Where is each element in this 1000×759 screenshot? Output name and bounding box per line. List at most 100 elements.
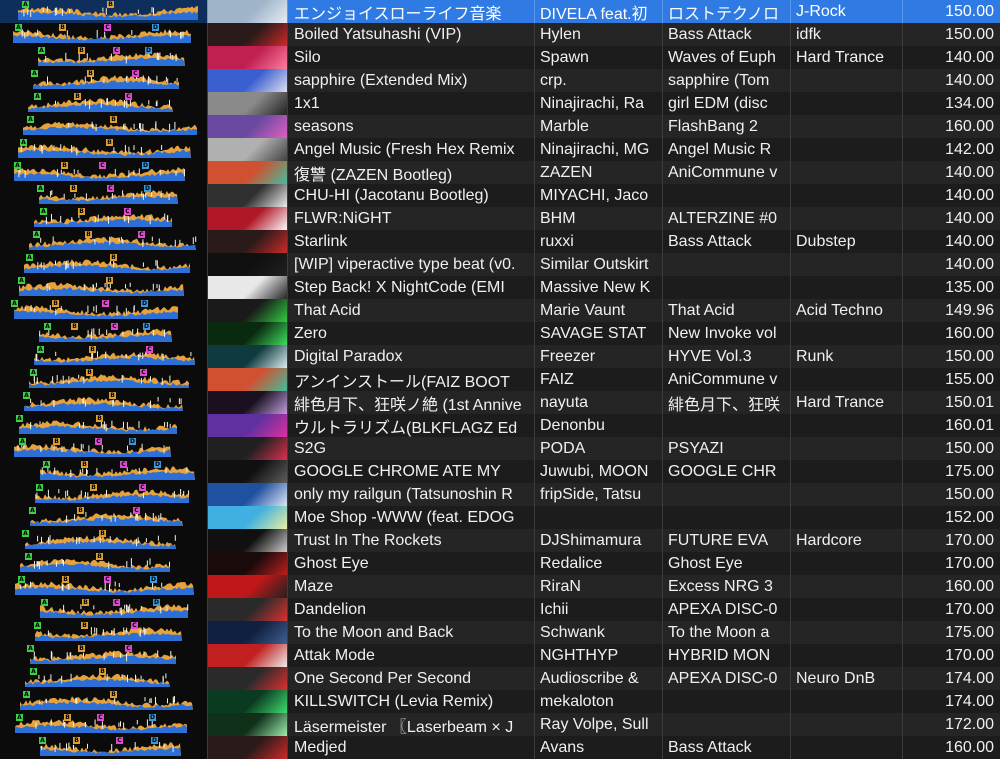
album-artwork[interactable] [208, 253, 288, 276]
cue-marker-a[interactable]: A [30, 668, 37, 675]
track-bpm[interactable]: 174.00 [903, 667, 1000, 690]
track-row[interactable]: A B Ghost Eye Redalice Ghost Eye 170.00 [0, 552, 1000, 575]
cue-marker-c[interactable]: C [107, 185, 114, 192]
track-row[interactable]: A B C Attak Mode NGHTHYP HYBRID MON 170.00 [0, 644, 1000, 667]
track-album[interactable]: Bass Attack [663, 736, 791, 759]
track-genre[interactable] [791, 161, 903, 184]
album-artwork[interactable] [208, 506, 288, 529]
track-title[interactable]: Dandelion [288, 598, 535, 621]
track-artist[interactable]: RiraN [535, 575, 663, 598]
track-bpm[interactable]: 140.00 [903, 184, 1000, 207]
track-bpm[interactable]: 175.00 [903, 621, 1000, 644]
cue-marker-b[interactable]: B [81, 622, 88, 629]
album-artwork[interactable] [208, 46, 288, 69]
album-artwork[interactable] [208, 575, 288, 598]
track-bpm[interactable]: 135.00 [903, 276, 1000, 299]
cue-marker-a[interactable]: A [31, 70, 38, 77]
cue-marker-c[interactable]: C [113, 599, 120, 606]
waveform-preview[interactable]: AB [0, 552, 208, 575]
track-bpm[interactable]: 170.00 [903, 529, 1000, 552]
track-genre[interactable] [791, 184, 903, 207]
cue-marker-a[interactable]: A [29, 507, 36, 514]
album-artwork[interactable] [208, 736, 288, 759]
track-title[interactable]: エンジョイスローライフ音楽 [288, 0, 535, 23]
track-genre[interactable] [791, 69, 903, 92]
track-title[interactable]: Moe Shop -WWW (feat. EDOG [288, 506, 535, 529]
track-genre[interactable] [791, 690, 903, 713]
cue-marker-a[interactable]: A [27, 645, 34, 652]
track-bpm[interactable]: 150.01 [903, 391, 1000, 414]
track-title[interactable]: 緋色月下、狂咲ノ絶 (1st Annive [288, 391, 535, 414]
album-artwork[interactable] [208, 690, 288, 713]
track-bpm[interactable]: 152.00 [903, 506, 1000, 529]
track-row[interactable]: A B C D S2G PODA PSYAZI 150.00 [0, 437, 1000, 460]
track-title[interactable]: アンインストール(FAIZ BOOT [288, 368, 535, 391]
track-genre[interactable] [791, 207, 903, 230]
waveform-preview[interactable]: A B C D [0, 46, 208, 69]
cue-marker-b[interactable]: B [109, 392, 116, 399]
track-bpm[interactable]: 175.00 [903, 460, 1000, 483]
album-artwork[interactable] [208, 92, 288, 115]
track-title[interactable]: 復讐 (ZAZEN Bootleg) [288, 161, 535, 184]
waveform-preview[interactable]: AB [0, 253, 208, 276]
track-row[interactable]: A B Conly my railgun (Tatsunoshin RfripSid… [0, 483, 1000, 506]
track-album[interactable]: APEXA DISC-0 [663, 667, 791, 690]
cue-marker-b[interactable]: B [87, 70, 94, 77]
track-album[interactable] [663, 414, 791, 437]
track-title[interactable]: GOOGLE CHROME ATE MY [288, 460, 535, 483]
track-artist[interactable]: ZAZEN [535, 161, 663, 184]
track-album[interactable]: HYVE Vol.3 [663, 345, 791, 368]
track-bpm[interactable]: 142.00 [903, 138, 1000, 161]
track-artist[interactable]: DJShimamura [535, 529, 663, 552]
cue-marker-b[interactable]: B [89, 346, 96, 353]
track-genre[interactable]: Dubstep [791, 230, 903, 253]
track-artist[interactable]: Ninajirachi, Ra [535, 92, 663, 115]
track-genre[interactable] [791, 138, 903, 161]
cue-marker-d[interactable]: D [150, 576, 157, 583]
track-row[interactable]: A Bseasons Marble FlashBang 2 160.00 [0, 115, 1000, 138]
track-row[interactable]: A B C D 復讐 (ZAZEN Bootleg) ZAZEN AniCommune v 1… [0, 161, 1000, 184]
cue-marker-d[interactable]: D [141, 300, 148, 307]
cue-marker-c[interactable]: C [132, 70, 139, 77]
track-bpm[interactable]: 150.00 [903, 23, 1000, 46]
track-genre[interactable] [791, 368, 903, 391]
track-title[interactable]: To the Moon and Back [288, 621, 535, 644]
track-album[interactable]: Excess NRG 3 [663, 575, 791, 598]
track-genre[interactable] [791, 276, 903, 299]
track-album[interactable] [663, 184, 791, 207]
cue-marker-a[interactable]: A [22, 530, 29, 537]
waveform-preview[interactable]: A B C D [0, 460, 208, 483]
track-album[interactable]: AniCommune v [663, 161, 791, 184]
track-album[interactable]: 緋色月下、狂咲 [663, 391, 791, 414]
track-artist[interactable]: Hylen [535, 23, 663, 46]
album-artwork[interactable] [208, 483, 288, 506]
album-artwork[interactable] [208, 713, 288, 736]
cue-marker-d[interactable]: D [144, 185, 151, 192]
track-genre[interactable] [791, 460, 903, 483]
track-artist[interactable]: SAVAGE STAT [535, 322, 663, 345]
track-title[interactable]: seasons [288, 115, 535, 138]
waveform-preview[interactable]: A B C [0, 506, 208, 529]
cue-marker-c[interactable]: C [139, 484, 146, 491]
cue-marker-b[interactable]: B [90, 484, 97, 491]
cue-marker-b[interactable]: B [70, 185, 77, 192]
track-genre[interactable] [791, 598, 903, 621]
cue-marker-c[interactable]: C [104, 576, 111, 583]
track-genre[interactable]: idfk [791, 23, 903, 46]
track-artist[interactable]: nayuta [535, 391, 663, 414]
track-artist[interactable]: MIYACHI, Jaco [535, 184, 663, 207]
cue-marker-a[interactable]: A [25, 553, 32, 560]
track-title[interactable]: Boiled Yatsuhashi (VIP) [288, 23, 535, 46]
album-artwork[interactable] [208, 230, 288, 253]
track-album[interactable]: Bass Attack [663, 23, 791, 46]
track-bpm[interactable]: 170.00 [903, 552, 1000, 575]
track-artist[interactable]: mekaloton [535, 690, 663, 713]
track-row[interactable]: A B C D Dandelion Ichii APEXA DISC-0 170.00 [0, 598, 1000, 621]
track-album[interactable]: APEXA DISC-0 [663, 598, 791, 621]
track-album[interactable]: FUTURE EVA [663, 529, 791, 552]
cue-marker-a[interactable]: A [43, 461, 50, 468]
track-bpm[interactable]: 140.00 [903, 253, 1000, 276]
cue-marker-a[interactable]: A [23, 691, 30, 698]
cue-marker-c[interactable]: C [125, 93, 132, 100]
waveform-preview[interactable]: A B C D [0, 184, 208, 207]
